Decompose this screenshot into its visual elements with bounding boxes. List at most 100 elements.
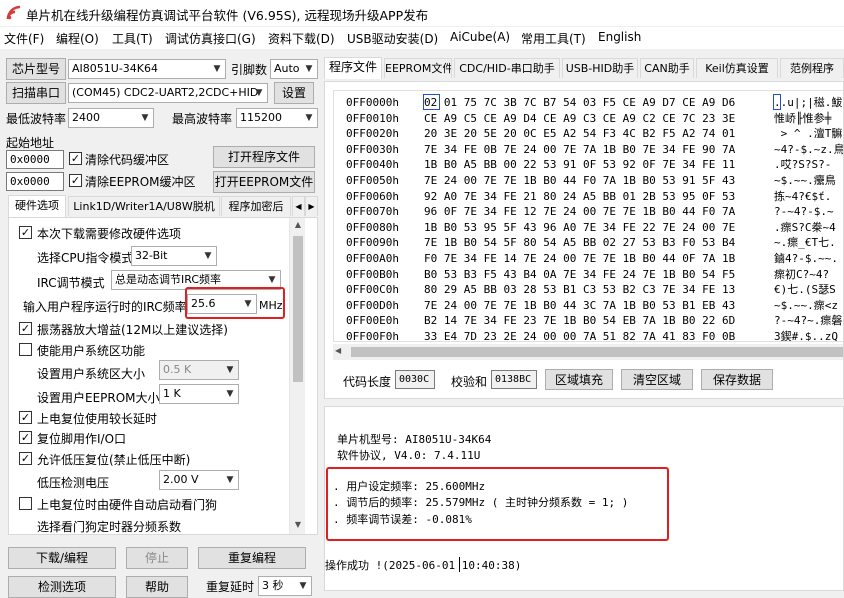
clear-eeprom-label: 清除EEPROM缓冲区	[85, 175, 196, 189]
hex-bytes: 7E 24 00 7E 7E 1B B0 44 3C 7A 1B B0 53 B…	[424, 298, 736, 312]
hex-ascii: .瘝S?C桊~4	[774, 220, 836, 234]
hex-bytes: 92 A0 7E 34 FE 21 80 24 A5 BB 01 2B 53 9…	[424, 189, 736, 203]
fill-area-button[interactable]: 区域填充	[545, 369, 613, 390]
menu-debug[interactable]: 调试仿真接口(G)	[165, 30, 256, 47]
download-button[interactable]: 下载/编程	[8, 547, 116, 569]
tab-examples[interactable]: 范例程序	[780, 58, 844, 78]
eeprom-address-input[interactable]: 0x0000	[6, 172, 64, 191]
app-icon	[6, 5, 22, 21]
hex-ascii: ~4?-$.~z.鳥	[774, 142, 844, 156]
tab-hardware-options[interactable]: 硬件选项	[8, 195, 66, 217]
hex-ascii: ~.瘝_€T七.	[774, 236, 836, 250]
chevron-down-icon: ▼	[299, 581, 307, 591]
tab-scroll-right[interactable]: ▶	[305, 196, 318, 216]
tab-eeprom-file[interactable]: EEPROM文件	[384, 58, 452, 78]
hex-ascii: ?-~4?-$.~	[774, 205, 834, 219]
lvd-select[interactable]: 2.00 V ▼	[159, 470, 239, 490]
sys-area-checkbox[interactable]	[19, 343, 32, 356]
menu-download[interactable]: 资料下载(D)	[268, 30, 335, 47]
chevron-down-icon: ▼	[141, 113, 149, 123]
save-data-button[interactable]: 保存数据	[701, 369, 773, 390]
open-program-file-button[interactable]: 打开程序文件	[213, 146, 315, 168]
menu-common-tools[interactable]: 常用工具(T)	[521, 30, 586, 47]
start-address-label: 起始地址	[6, 136, 55, 150]
settings-button[interactable]: 设置	[274, 82, 314, 104]
osc-gain-checkbox[interactable]: ✓	[19, 322, 32, 335]
hscroll-thumb[interactable]	[351, 347, 843, 357]
chevron-down-icon: ▼	[305, 113, 313, 123]
chip-model-select[interactable]: AI8051U-34K64 ▼	[68, 59, 226, 79]
modify-options-checkbox[interactable]: ✓	[19, 226, 32, 239]
menu-tools[interactable]: 工具(T)	[112, 30, 153, 47]
stop-button[interactable]: 停止	[126, 547, 188, 569]
help-button[interactable]: 帮助	[126, 576, 188, 598]
hex-bytes: 7E 1B B0 54 5F 80 54 A5 BB 02 27 53 B3 F…	[424, 236, 736, 250]
hex-bytes: 02 01 75 7C 3B 7C B7 54 03 F5 CE A9 D7 C…	[424, 96, 736, 109]
options-scrollbar[interactable]: ▲ ▼	[289, 218, 305, 534]
com-port-select[interactable]: (COM45) CDC2-UART2,2CDC+HID ▼	[68, 83, 268, 103]
power-delay-checkbox[interactable]: ✓	[19, 411, 32, 424]
sys-size-select[interactable]: 0.5 K ▼	[159, 360, 239, 380]
hex-hscrollbar[interactable]: ◀	[333, 344, 843, 360]
min-baud-value: 2400	[72, 111, 100, 124]
hex-row: 0FF0050h 7E 24 00 7E 7E 1B B0 44 F0 7A 1B…	[346, 173, 843, 189]
menu-usb-driver[interactable]: USB驱动安装(D)	[347, 30, 438, 47]
checksum-label: 校验和	[451, 375, 488, 389]
hex-row: 0FF0040h 1B B0 A5 BB 00 22 53 91 0F 53 92…	[346, 157, 843, 173]
min-baud-select[interactable]: 2400 ▼	[68, 108, 154, 128]
checksum-value: 0138BC	[491, 370, 537, 389]
tab-encrypt[interactable]: 程序加密后	[221, 196, 291, 216]
tab-can[interactable]: CAN助手	[640, 58, 694, 78]
hex-row: 0FF0030h 7E 34 FE 0B 7E 24 00 7E 7A 1B B0…	[346, 142, 844, 158]
clear-code-checkbox[interactable]: ✓	[69, 152, 82, 165]
hex-row: 0FF0020h 20 3E 20 5E 20 0C E5 A2 54 F3 4C…	[346, 126, 843, 142]
scan-port-button[interactable]: 扫描串口	[6, 82, 66, 104]
hex-address: 0FF0000h	[346, 96, 399, 109]
hex-ascii: ~$.~~.瘝<z	[774, 298, 838, 312]
code-address-input[interactable]: 0x0000	[6, 150, 64, 169]
sys-area-label: 使能用户系统区功能	[37, 344, 146, 358]
scroll-up-icon[interactable]: ▲	[290, 220, 306, 229]
clear-area-button[interactable]: 清空区域	[621, 369, 693, 390]
repeat-delay-label: 重复延时	[206, 580, 255, 594]
tab-program-file[interactable]: 程序文件	[324, 57, 382, 79]
tab-scroll-left[interactable]: ◀	[292, 196, 305, 216]
hex-bytes: CE A9 C5 CE A9 D4 CE A9 C3 CE A9 C2 CE 7…	[424, 111, 736, 125]
eeprom-size-select[interactable]: 1 K ▼	[159, 384, 239, 404]
menu-english[interactable]: English	[598, 30, 641, 44]
clear-eeprom-checkbox[interactable]: ✓	[69, 174, 82, 187]
cpu-mode-select[interactable]: 32-Bit ▼	[131, 246, 217, 266]
tab-keil[interactable]: Keil仿真设置	[696, 58, 778, 78]
max-baud-value: 115200	[240, 111, 282, 124]
scroll-thumb[interactable]	[293, 236, 303, 382]
hex-view[interactable]: 0FF0000h 02 01 75 7C 3B 7C B7 54 03 F5 CE…	[333, 90, 844, 342]
hex-address: 0FF00A0h	[346, 251, 399, 265]
wdt-div-label: 选择看门狗定时器分频系数	[37, 520, 182, 534]
check-options-button[interactable]: 检测选项	[8, 576, 116, 598]
hex-address: 0FF00C0h	[346, 283, 399, 297]
log-highlight	[326, 467, 669, 541]
lvr-checkbox[interactable]: ✓	[19, 452, 32, 465]
com-port-value: (COM45) CDC2-UART2,2CDC+HID	[72, 86, 259, 99]
lvd-value: 2.00 V	[163, 473, 199, 486]
scroll-down-icon[interactable]: ▼	[290, 520, 306, 529]
wdt-checkbox[interactable]	[19, 497, 32, 510]
reprogram-button[interactable]: 重复编程	[198, 547, 306, 569]
reset-pin-checkbox[interactable]: ✓	[19, 431, 32, 444]
pins-select[interactable]: Auto ▼	[270, 59, 318, 79]
tab-usb-hid[interactable]: USB-HID助手	[562, 58, 638, 78]
scroll-left-icon[interactable]: ◀	[335, 346, 341, 355]
menu-program[interactable]: 编程(O)	[56, 30, 99, 47]
hex-row: 0FF0010h CE A9 C5 CE A9 D4 CE A9 C3 CE A9…	[346, 111, 843, 127]
open-eeprom-file-button[interactable]: 打开EEPROM文件	[213, 171, 315, 193]
hex-address: 0FF0020h	[346, 127, 399, 141]
hex-address: 0FF0040h	[346, 158, 399, 172]
max-baud-select[interactable]: 115200 ▼	[236, 108, 318, 128]
repeat-delay-select[interactable]: 3 秒 ▼	[258, 576, 312, 596]
tab-link1d[interactable]: Link1D/Writer1A/U8W脱机	[68, 196, 220, 216]
hex-address: 0FF0030h	[346, 142, 399, 156]
menu-file[interactable]: 文件(F)	[4, 30, 44, 47]
chevron-down-icon: ▼	[226, 389, 234, 399]
menu-aicube[interactable]: AiCube(A)	[450, 30, 510, 44]
tab-cdc-serial[interactable]: CDC/HID-串口助手	[454, 58, 560, 78]
